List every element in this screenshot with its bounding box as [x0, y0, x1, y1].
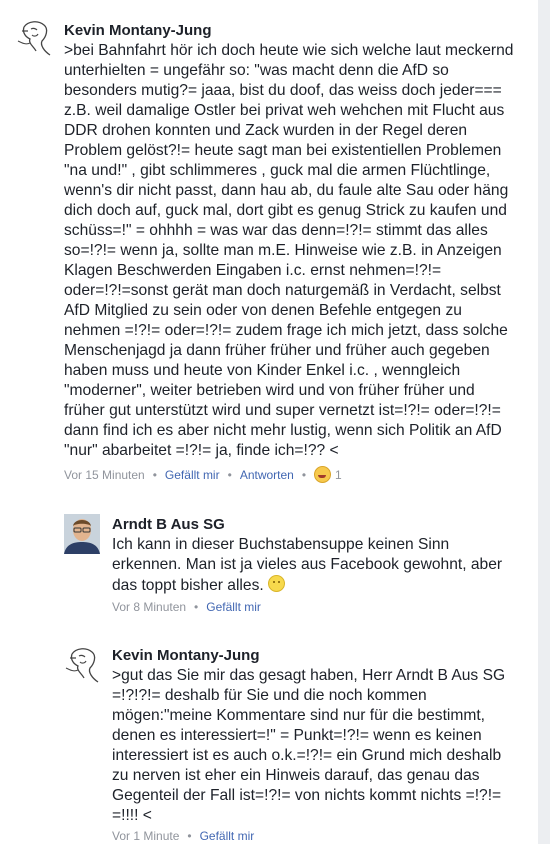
comment-text: Ich kann in dieser Buchstabensuppe keine… — [112, 535, 502, 596]
comment-line: DDR drohen konnten und Zack wurden in de… — [64, 122, 468, 139]
comment-timestamp[interactable]: Vor 8 Minuten — [112, 600, 186, 614]
comment-line: "moderner", weiter betrieben wird und vo… — [64, 382, 475, 399]
hushed-emoji-icon — [268, 575, 286, 592]
comment-timestamp[interactable]: Vor 1 Minute — [112, 829, 179, 843]
comment-line: früher gut unterstützt wird und super ve… — [64, 402, 501, 419]
comment-line: erkennen. Man ist ja vieles aus Facebook… — [112, 556, 503, 573]
comment-line: dann find ich es aber nicht mehr lustig,… — [64, 422, 502, 439]
avatar[interactable] — [64, 514, 100, 554]
like-button[interactable]: Gefällt mir — [206, 600, 261, 614]
reply-button[interactable]: Antworten — [240, 468, 294, 482]
comment-line: Klagen Beschwerden Eingaben i.c. ernst n… — [64, 262, 442, 279]
avatar[interactable] — [64, 644, 106, 688]
reaction-count[interactable]: 1 — [335, 468, 342, 482]
comment-line: das toppt bisher alles. — [112, 575, 502, 596]
comment-line: mögen:"meine Kommentare sind nur für die… — [112, 707, 486, 724]
comment-line: AfD Mitglied zu sein oder von denen Befe… — [64, 302, 462, 319]
comment-line: unterhielten = ungefähr so: "was macht d… — [64, 62, 449, 79]
comment-line: so=!?!= wenn ja, sollte man m.E. Hinweis… — [64, 242, 502, 259]
comment-line: wenn's dir nicht passt, dann hau ab, du … — [64, 182, 509, 199]
like-button[interactable]: Gefällt mir — [165, 468, 220, 482]
comment-line: Ich kann in dieser Buchstabensuppe keine… — [112, 536, 450, 553]
comment-text: >bei Bahnfahrt hör ich doch heute wie si… — [64, 41, 513, 461]
comment-line: dich doch auf, guck mal, dort gibt es ge… — [64, 202, 507, 219]
comment-line: >bei Bahnfahrt hör ich doch heute wie si… — [64, 42, 514, 59]
scrollbar[interactable] — [538, 0, 550, 844]
comment-line: denen es interessiert=!" = Punkt=!?!= we… — [112, 727, 482, 744]
comment-line: z.B. weil damalige Ostler bei privat weh… — [64, 102, 505, 119]
sketch-face-icon — [65, 648, 99, 683]
comment-line: =!?!?!= deshalb für Sie und die noch kom… — [112, 687, 427, 704]
comment-line: "nur" abarbeitet =!?!= ja, finde ich=!??… — [64, 442, 339, 459]
comment-timestamp[interactable]: Vor 15 Minuten — [64, 468, 145, 482]
comment-line: =!!!! < — [112, 807, 152, 824]
comment-line: Menschenjagd ja dann früher früher und f… — [64, 342, 490, 359]
comment-author[interactable]: Kevin Montany-Jung — [64, 22, 212, 39]
like-button[interactable]: Gefällt mir — [200, 829, 255, 843]
comment-line: >gut das Sie mir das gesagt haben, Herr … — [112, 667, 506, 684]
comment-line: Problem gelöst?!= heute sagt man bei exi… — [64, 142, 502, 159]
laughing-emoji-icon[interactable] — [314, 466, 332, 483]
comment-meta: Vor 1 Minute • Gefällt mir — [112, 829, 254, 843]
comment-line: oder=!?!=sonst gerät man doch naturgemäß… — [64, 282, 501, 299]
sketch-face-icon — [17, 21, 51, 56]
separator-dot: • — [301, 467, 307, 482]
comment-text: >gut das Sie mir das gesagt haben, Herr … — [112, 666, 505, 826]
separator-dot: • — [194, 600, 199, 614]
avatar[interactable] — [16, 17, 58, 61]
comment-meta: Vor 8 Minuten • Gefällt mir — [112, 600, 261, 614]
comment-line: interessiert ist es auch o.k.=!?!= ein G… — [112, 747, 502, 764]
separator-dot: • — [152, 467, 157, 482]
profile-photo-icon — [64, 514, 100, 554]
separator-dot: • — [187, 829, 192, 843]
comment-line: zu nerven ist eher ein Hinweis darauf, d… — [112, 767, 480, 784]
comment-line: "na und!" , gibt schlimmeres , guck mal … — [64, 162, 491, 179]
comment-line: besonders mutig?= jaaa, bist du doof, da… — [64, 82, 502, 99]
comment-meta: Vor 15 Minuten • Gefällt mir • Antworten… — [64, 466, 342, 483]
comment-author[interactable]: Kevin Montany-Jung — [112, 647, 260, 664]
separator-dot: • — [227, 467, 232, 482]
comment-line: nehmen =!?!= oder=!?!= zudem frage ich m… — [64, 322, 508, 339]
comment-line: Gegenteil der Fall ist=!?!= von nichts k… — [112, 787, 502, 804]
comment-line: schüss=!" = ohhhh = was war das denn=!?!… — [64, 222, 488, 239]
comment-line: haben muss und heute von Kinder Enkel i.… — [64, 362, 461, 379]
comment-author[interactable]: Arndt B Aus SG — [112, 516, 225, 533]
